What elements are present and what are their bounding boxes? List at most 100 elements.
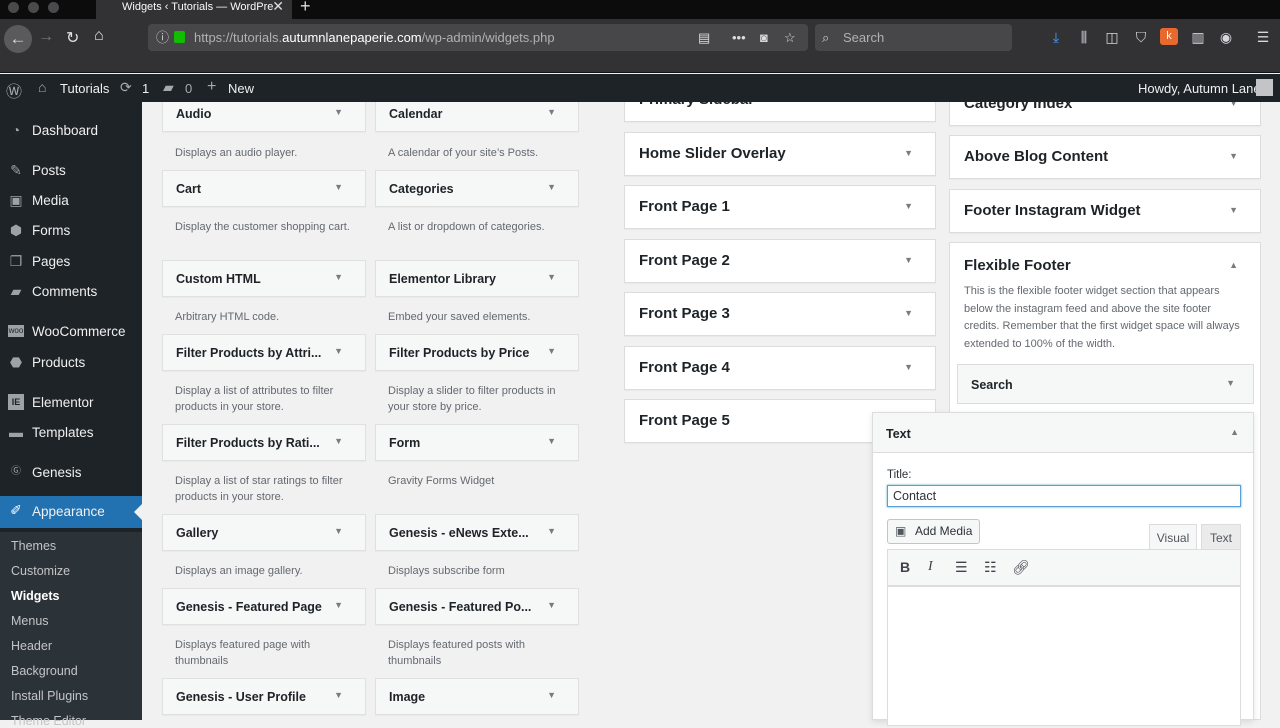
sidebar-item-woocommerce[interactable]: woo WooCommerce	[0, 317, 142, 347]
collapse-arrow-icon[interactable]: ▲	[1230, 427, 1239, 437]
comments-count[interactable]: 0	[185, 81, 192, 96]
widget-area[interactable]: Front Page 4 ▼	[624, 346, 936, 390]
account-icon[interactable]: ◉	[1217, 29, 1235, 46]
sidebar-item-media[interactable]: ▣ Media	[0, 186, 142, 216]
extension-icon[interactable]: k	[1160, 28, 1178, 45]
shield-icon[interactable]: ⛉	[1132, 29, 1150, 46]
sidebar-toggle-icon[interactable]: ◫	[1103, 29, 1121, 46]
submenu-customize[interactable]: Customize	[11, 564, 70, 578]
widget-card[interactable]: Cart ▼	[162, 170, 366, 207]
expand-arrow-icon[interactable]: ▼	[904, 148, 913, 158]
browser-search-input[interactable]: ⌕ Search	[815, 24, 1012, 51]
expand-arrow-icon[interactable]: ▼	[904, 201, 913, 211]
notes-icon[interactable]: ▥	[1189, 29, 1207, 46]
sidebar-item-genesis[interactable]: Ⓖ Genesis	[0, 458, 142, 488]
expand-arrow-icon[interactable]: ▼	[547, 690, 556, 700]
widget-area[interactable]: Home Slider Overlay ▼	[624, 132, 936, 176]
expand-arrow-icon[interactable]: ▼	[334, 182, 343, 192]
submenu-menus[interactable]: Menus	[11, 614, 49, 628]
browser-tab[interactable]: Widgets ‹ Tutorials — WordPre ✕	[96, 0, 292, 19]
bulleted-list-icon[interactable]: ☰	[955, 559, 968, 576]
sidebar-item-comments[interactable]: ▰ Comments	[0, 277, 142, 307]
info-icon[interactable]: ⓘ	[156, 24, 169, 51]
submenu-background[interactable]: Background	[11, 664, 78, 678]
widget-card[interactable]: Elementor Library ▼	[375, 260, 579, 297]
expand-arrow-icon[interactable]: ▼	[334, 346, 343, 356]
submenu-widgets[interactable]: Widgets	[11, 589, 60, 603]
expand-arrow-icon[interactable]: ▼	[547, 436, 556, 446]
add-media-button[interactable]: ▣ Add Media	[887, 519, 980, 544]
sidebar-item-dashboard[interactable]: ◔ Dashboard	[0, 116, 142, 146]
expand-arrow-icon[interactable]: ▼	[334, 526, 343, 536]
tab-text[interactable]: Text	[1201, 524, 1241, 550]
widget-card[interactable]: Form ▼	[375, 424, 579, 461]
new-content-link[interactable]: New	[228, 81, 254, 96]
widget-card[interactable]: Image ▼	[375, 678, 579, 715]
expand-arrow-icon[interactable]: ▼	[1229, 151, 1238, 161]
url-bar[interactable]: ⓘ https://tutorials.autumnlanepaperie.co…	[148, 24, 808, 51]
sidebar-item-products[interactable]: ⬣ Products	[0, 348, 142, 378]
submenu-themes[interactable]: Themes	[11, 539, 56, 553]
submenu-theme-editor[interactable]: Theme Editor	[11, 714, 86, 728]
text-widget[interactable]: Text ▲ Title: Contact ▣ Add Media Visual…	[872, 412, 1254, 726]
expand-arrow-icon[interactable]: ▼	[904, 255, 913, 265]
bookmark-star-icon[interactable]: ☆	[784, 24, 796, 51]
expand-arrow-icon[interactable]: ▼	[334, 107, 343, 117]
submenu-header[interactable]: Header	[11, 639, 52, 653]
wordpress-logo-icon[interactable]: Ⓦ	[6, 78, 22, 102]
expand-arrow-icon[interactable]: ▼	[334, 436, 343, 446]
collapse-arrow-icon[interactable]: ▲	[1229, 260, 1238, 270]
new-tab-button[interactable]: +	[300, 0, 311, 17]
close-tab-icon[interactable]: ✕	[272, 0, 284, 13]
expand-arrow-icon[interactable]: ▼	[334, 600, 343, 610]
window-zoom-button[interactable]	[48, 2, 59, 13]
link-icon[interactable]: 🔗︎	[1012, 559, 1030, 576]
library-icon[interactable]: ⫼	[1075, 29, 1093, 46]
widget-card[interactable]: Filter Products by Rati... ▼	[162, 424, 366, 461]
tab-visual[interactable]: Visual	[1149, 524, 1197, 550]
account-greeting[interactable]: Howdy, Autumn Lane	[1138, 81, 1261, 96]
expand-arrow-icon[interactable]: ▼	[334, 690, 343, 700]
expand-arrow-icon[interactable]: ▼	[1226, 378, 1235, 388]
widget-card[interactable]: Categories ▼	[375, 170, 579, 207]
sidebar-item-posts[interactable]: ✎ Posts	[0, 156, 142, 186]
home-button[interactable]: ⌂	[94, 27, 104, 45]
text-editor-area[interactable]	[887, 586, 1241, 726]
search-widget[interactable]: Search ▼	[957, 364, 1254, 404]
title-input[interactable]: Contact	[887, 485, 1241, 507]
avatar[interactable]	[1256, 79, 1273, 96]
window-close-button[interactable]	[8, 2, 19, 13]
widget-area[interactable]: Front Page 3 ▼	[624, 292, 936, 336]
widget-area[interactable]: Footer Instagram Widget ▼	[949, 189, 1261, 233]
hamburger-menu-icon[interactable]: ☰	[1254, 29, 1272, 46]
widget-card[interactable]: Genesis - eNews Exte... ▼	[375, 514, 579, 551]
submenu-install-plugins[interactable]: Install Plugins	[11, 689, 88, 703]
italic-icon[interactable]: I	[928, 559, 933, 575]
widget-area[interactable]: Above Blog Content ▼	[949, 135, 1261, 179]
widget-area[interactable]: Front Page 1 ▼	[624, 185, 936, 229]
numbered-list-icon[interactable]: ☷	[984, 559, 997, 576]
widget-card[interactable]: Genesis - Featured Page ▼	[162, 588, 366, 625]
expand-arrow-icon[interactable]: ▼	[547, 526, 556, 536]
sidebar-item-pages[interactable]: ❐ Pages	[0, 247, 142, 277]
sidebar-item-templates[interactable]: ▬ Templates	[0, 418, 142, 448]
expand-arrow-icon[interactable]: ▼	[1229, 205, 1238, 215]
pocket-icon[interactable]: ◙	[760, 24, 768, 51]
reload-button[interactable]: ↻	[66, 28, 79, 48]
widget-card[interactable]: Genesis - Featured Po... ▼	[375, 588, 579, 625]
expand-arrow-icon[interactable]: ▼	[547, 182, 556, 192]
widget-card[interactable]: Genesis - User Profile ▼	[162, 678, 366, 715]
bold-icon[interactable]: B	[900, 559, 910, 575]
download-icon[interactable]: ⤓	[1047, 29, 1065, 46]
widget-card[interactable]: Filter Products by Attri... ▼	[162, 334, 366, 371]
back-button[interactable]: ←	[4, 25, 32, 53]
expand-arrow-icon[interactable]: ▼	[904, 362, 913, 372]
expand-arrow-icon[interactable]: ▼	[904, 308, 913, 318]
page-actions-icon[interactable]: •••	[732, 24, 746, 51]
site-name-link[interactable]: Tutorials	[60, 81, 109, 96]
expand-arrow-icon[interactable]: ▼	[334, 272, 343, 282]
window-minimize-button[interactable]	[28, 2, 39, 13]
expand-arrow-icon[interactable]: ▼	[547, 346, 556, 356]
flexible-footer-title[interactable]: Flexible Footer	[964, 257, 1071, 274]
sidebar-item-appearance[interactable]: ✐ Appearance	[0, 496, 142, 528]
